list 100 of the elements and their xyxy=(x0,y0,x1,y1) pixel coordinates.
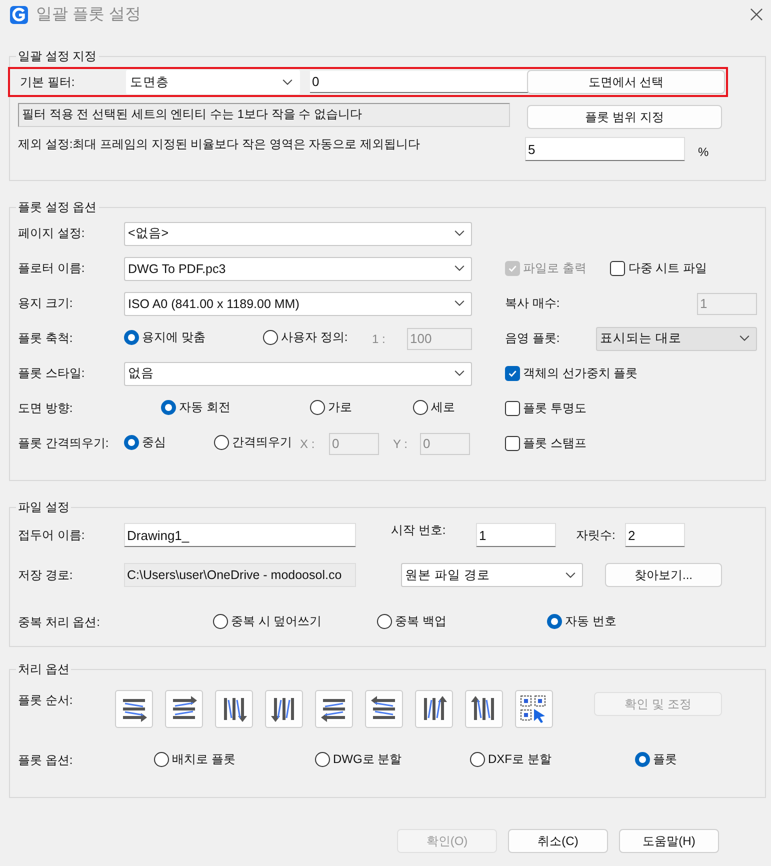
radio-button[interactable] xyxy=(154,752,169,767)
dropdown[interactable]: DWG To PDF.pc3 xyxy=(124,256,472,280)
chevron-down-icon xyxy=(454,300,465,307)
field-label: 용지 크기: xyxy=(18,295,74,312)
plot-order-button[interactable] xyxy=(265,690,303,728)
radio-button[interactable] xyxy=(124,435,139,450)
radio-button[interactable] xyxy=(635,752,650,767)
radio-label: 중심 xyxy=(142,434,166,451)
dropdown[interactable]: 없음 xyxy=(124,362,472,386)
radio-button[interactable] xyxy=(315,752,330,767)
dialog-button[interactable]: 도움말(H) xyxy=(619,829,719,853)
radio-button[interactable] xyxy=(213,614,228,628)
field-label: 접두어 이름: xyxy=(18,526,86,544)
field-label: 플롯 축척: xyxy=(18,330,74,347)
radio-button[interactable] xyxy=(547,614,562,628)
radio-label: 자동 회전 xyxy=(179,399,230,416)
checkbox-label: 다중 시트 파일 xyxy=(628,260,708,277)
plot-order-button[interactable] xyxy=(215,690,253,728)
message-box: 필터 적용 전 선택된 세트의 엔티티 수는 1보다 작을 수 없습니다 xyxy=(18,103,510,127)
field-label: 저장 경로: xyxy=(18,566,74,584)
exclude-label: 제외 설정:최대 프레임의 지정된 비율보다 작은 영역은 자동으로 제외됩니다 xyxy=(18,136,422,153)
checkbox[interactable] xyxy=(505,436,520,451)
browse-button[interactable]: 찾아보기... xyxy=(605,563,722,587)
dropdown[interactable]: ISO A0 (841.00 x 1189.00 MM) xyxy=(124,292,472,316)
range-button[interactable]: 플롯 범위 지정 xyxy=(527,105,722,129)
input-field[interactable]: Drawing1_ xyxy=(124,523,356,547)
field-label: 플롯 스타일: xyxy=(18,365,86,382)
radio-label: 중복 백업 xyxy=(395,612,446,630)
radio-button[interactable] xyxy=(413,400,428,415)
field-label: 플롯 순서: xyxy=(18,692,74,709)
plot-order-button[interactable] xyxy=(515,690,553,728)
radio-button[interactable] xyxy=(470,752,485,767)
close-icon[interactable] xyxy=(750,8,763,20)
checkbox-label: 객체의 선가중치 플롯 xyxy=(523,365,638,382)
checkbox[interactable] xyxy=(505,401,520,416)
checkbox-label: 플롯 스탬프 xyxy=(523,435,586,452)
radio-button[interactable] xyxy=(377,614,392,628)
app-logo-icon xyxy=(10,6,28,24)
chevron-down-icon xyxy=(454,230,465,237)
radio-label: 중복 시 덮어쓰기 xyxy=(231,612,322,630)
group-title: 플롯 설정 옵션 xyxy=(17,199,98,216)
radio-label: 간격띄우기 xyxy=(232,434,292,451)
chevron-down-icon xyxy=(454,265,465,272)
plot-order-button[interactable] xyxy=(365,690,403,728)
checkbox[interactable] xyxy=(505,366,520,381)
radio-button[interactable] xyxy=(214,435,229,450)
dropdown[interactable]: <없음> xyxy=(124,222,472,246)
path-field[interactable]: C:\Users\user\OneDrive - modoosol.co xyxy=(124,563,356,587)
checkbox-label: 파일로 출력 xyxy=(523,260,586,277)
plot-order-button[interactable] xyxy=(465,690,503,728)
dropdown[interactable]: 도면층 xyxy=(126,70,300,94)
field-label: 플롯 옵션: xyxy=(18,752,74,769)
radio-label: 사용자 정의: xyxy=(281,329,348,346)
field-label: 페이지 설정: xyxy=(18,225,86,242)
ratio-label: 1 : xyxy=(372,332,386,346)
radio-label: 용지에 맞춤 xyxy=(142,329,206,346)
radio-label: 배치로 플롯 xyxy=(172,751,236,768)
radio-button[interactable] xyxy=(161,400,176,415)
group-title: 처리 옵션 xyxy=(17,661,70,678)
plot-order-button[interactable] xyxy=(415,690,453,728)
field-label: 기본 필터: xyxy=(20,74,76,90)
radio-button[interactable] xyxy=(310,400,325,415)
dialog-button[interactable]: 취소(C) xyxy=(508,829,608,853)
checkmark-icon xyxy=(507,263,518,274)
axis-label: X : xyxy=(300,436,316,450)
group-title: 일괄 설정 지정 xyxy=(17,48,98,65)
input-field[interactable]: 2 xyxy=(625,523,685,547)
field-label: 플로터 이름: xyxy=(18,260,86,277)
radio-button[interactable] xyxy=(263,330,278,345)
field-label: 복사 매수: xyxy=(505,295,561,312)
chevron-down-icon xyxy=(282,78,293,86)
select-button[interactable]: 도면에서 선택 xyxy=(527,70,725,94)
field-label: 자릿수: xyxy=(576,526,616,544)
field-label: 중복 처리 옵션: xyxy=(18,614,102,630)
checkbox-label: 플롯 투명도 xyxy=(523,400,586,417)
input-field[interactable]: 0 xyxy=(310,71,528,93)
radio-button[interactable] xyxy=(124,330,139,345)
plot-order-button[interactable] xyxy=(115,690,153,728)
plot-order-button[interactable] xyxy=(315,690,353,728)
chevron-down-icon xyxy=(565,572,576,578)
axis-label: Y : xyxy=(393,436,408,450)
radio-label: DWG로 분할 xyxy=(333,751,402,768)
unit-label: % xyxy=(698,145,709,159)
checkmark-icon xyxy=(507,368,518,379)
radio-label: 자동 번호 xyxy=(565,612,616,630)
field-label: 음영 플롯: xyxy=(505,330,561,347)
checkbox[interactable] xyxy=(610,261,626,276)
plot-order-button[interactable] xyxy=(165,690,203,728)
input-field[interactable]: 5 xyxy=(525,137,685,161)
field-label: 시작 번호: xyxy=(391,522,447,538)
dropdown[interactable]: 원본 파일 경로 xyxy=(401,563,583,587)
input-field[interactable]: 1 xyxy=(476,523,556,547)
radio-label: DXF로 분할 xyxy=(488,751,552,768)
field-label: 플롯 간격띄우기: xyxy=(18,435,110,452)
window-title: 일괄 플롯 설정 xyxy=(36,4,142,24)
field-label: 도면 방향: xyxy=(18,400,74,417)
radio-label: 가로 xyxy=(328,399,352,416)
dropdown[interactable]: 표시되는 대로 xyxy=(596,326,757,350)
group-title: 파일 설정 xyxy=(17,499,70,516)
radio-label: 세로 xyxy=(431,399,455,416)
